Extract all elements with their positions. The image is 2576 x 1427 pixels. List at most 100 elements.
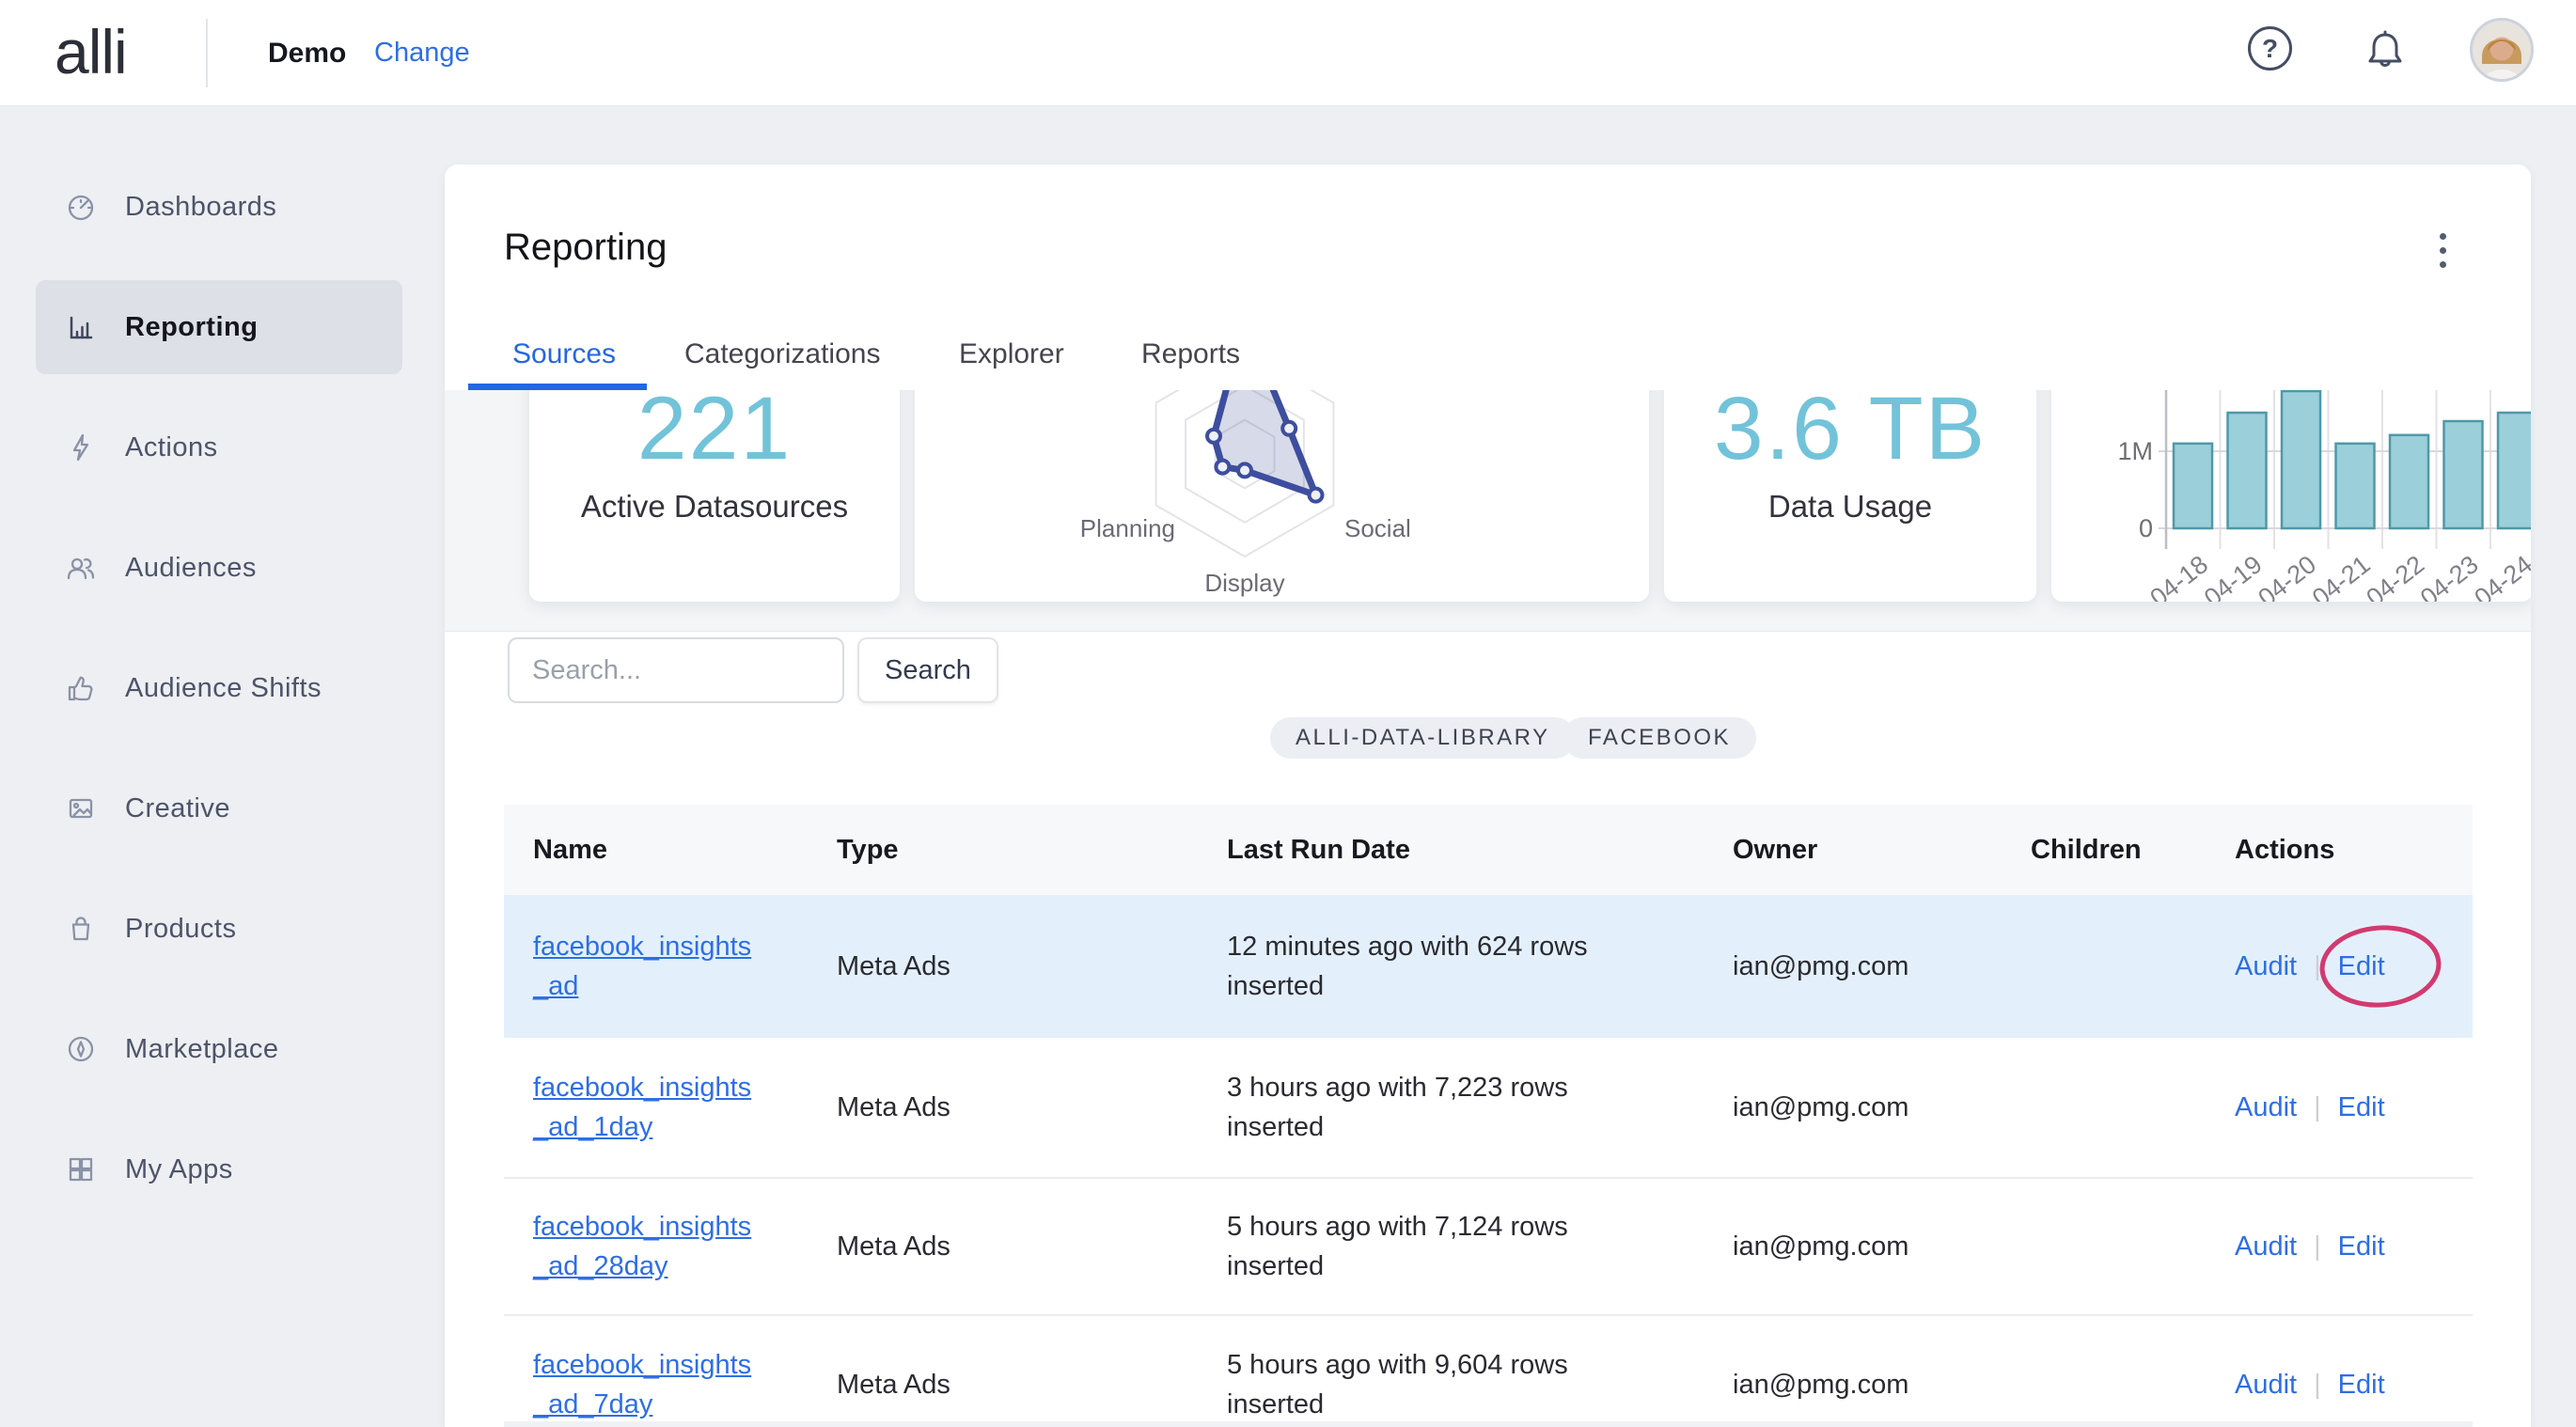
last-run-text: 5 hours ago with 7,124 rows inserted: [1227, 1207, 1669, 1286]
column-header-last-run-date: Last Run Date: [1198, 805, 1704, 895]
app-logo[interactable]: alli: [55, 0, 127, 106]
sidebar-item-label: My Apps: [125, 1154, 233, 1185]
sidebar-item-label: Audiences: [125, 553, 257, 584]
table-row: facebook_insights_ad_28day Meta Ads 5 ho…: [504, 1177, 2473, 1314]
sidebar-item-label: Creative: [125, 793, 230, 824]
tab-explorer[interactable]: Explorer: [959, 338, 1064, 370]
datasources-table: Name Type Last Run Date Owner Children A…: [504, 805, 2473, 1427]
sidebar-item-label: Marketplace: [125, 1034, 278, 1065]
last-run-text: 3 hours ago with 7,223 rows inserted: [1227, 1068, 1669, 1147]
column-header-owner: Owner: [1704, 805, 2002, 895]
column-header-name: Name: [504, 805, 808, 895]
sidebar: Dashboards Reporting Actions Audiences: [0, 106, 445, 1427]
navbar-divider: [206, 19, 208, 87]
column-header-type: Type: [808, 805, 1198, 895]
sidebar-item-creative[interactable]: Creative: [36, 761, 402, 855]
datasource-type: Meta Ads: [808, 895, 1198, 1038]
children-cell: [2002, 895, 2206, 1038]
help-icon[interactable]: ?: [2248, 26, 2292, 71]
kebab-menu-icon[interactable]: [2417, 219, 2468, 281]
sidebar-item-label: Reporting: [125, 312, 258, 343]
sidebar-item-label: Dashboards: [125, 192, 276, 223]
people-icon: [64, 551, 98, 585]
gauge-icon: [64, 190, 98, 224]
next-section-edge: [504, 1421, 2473, 1427]
tab-sources[interactable]: Sources: [512, 338, 616, 370]
last-run-text: 5 hours ago with 9,604 rows inserted: [1227, 1345, 1669, 1424]
workspace-name: Demo: [268, 0, 346, 106]
sidebar-item-label: Audience Shifts: [125, 673, 322, 704]
edit-link[interactable]: Edit: [2338, 951, 2385, 982]
panel-header: Reporting Sources Categorizations Explor…: [445, 165, 2531, 390]
image-icon: [64, 792, 98, 825]
action-separator: |: [2314, 951, 2321, 982]
svg-text:1M: 1M: [2117, 437, 2153, 465]
sidebar-item-dashboards[interactable]: Dashboards: [36, 160, 402, 254]
sidebar-item-audiences[interactable]: Audiences: [36, 521, 402, 615]
action-separator: |: [2314, 1092, 2321, 1123]
edit-link[interactable]: Edit: [2338, 1231, 2385, 1262]
column-header-children: Children: [2002, 805, 2206, 895]
tab-categorizations[interactable]: Categorizations: [684, 338, 880, 370]
user-avatar[interactable]: [2470, 18, 2534, 82]
change-workspace-link[interactable]: Change: [374, 0, 470, 106]
radar-axis-social: Social: [1344, 514, 1411, 543]
sidebar-item-audience-shifts[interactable]: Audience Shifts: [36, 641, 402, 735]
main-panel: 221 Active Datasources Planning Social D…: [445, 165, 2531, 1427]
datasource-type: Meta Ads: [808, 1038, 1198, 1177]
active-datasources-label: Active Datasources: [529, 489, 900, 525]
top-navbar: alli Demo Change ?: [0, 0, 2576, 106]
audit-link[interactable]: Audit: [2235, 1092, 2297, 1123]
children-cell: [2002, 1179, 2206, 1314]
sidebar-item-reporting[interactable]: Reporting: [36, 280, 402, 374]
action-separator: |: [2314, 1231, 2321, 1262]
tab-reports[interactable]: Reports: [1141, 338, 1240, 370]
sidebar-item-my-apps[interactable]: My Apps: [36, 1122, 402, 1216]
notifications-bell-icon[interactable]: [2361, 25, 2410, 74]
datasource-name-link[interactable]: facebook_insights_ad_7day: [533, 1345, 759, 1424]
table-row: facebook_insights_ad_1day Meta Ads 3 hou…: [504, 1038, 2473, 1177]
data-usage-label: Data Usage: [1664, 489, 2036, 525]
datasource-name-link[interactable]: facebook_insights_ad_1day: [533, 1068, 759, 1147]
audit-link[interactable]: Audit: [2235, 1370, 2297, 1401]
sidebar-item-actions[interactable]: Actions: [36, 400, 402, 494]
compass-icon: [64, 1032, 98, 1066]
datasource-type: Meta Ads: [808, 1179, 1198, 1314]
column-header-actions: Actions: [2206, 805, 2473, 895]
data-usage-value: 3.6 TB: [1664, 378, 2036, 480]
bar-chart-icon: [64, 310, 98, 344]
owner-text: ian@pmg.com: [1704, 1038, 2002, 1177]
search-button[interactable]: Search: [857, 637, 998, 703]
owner-text: ian@pmg.com: [1704, 895, 2002, 1038]
radar-axis-display: Display: [1170, 569, 1320, 598]
search-input[interactable]: [508, 637, 844, 703]
sidebar-item-products[interactable]: Products: [36, 882, 402, 976]
owner-text: ian@pmg.com: [1704, 1316, 2002, 1427]
sidebar-item-label: Actions: [125, 432, 218, 463]
radar-axis-planning: Planning: [1080, 514, 1175, 543]
table-row: facebook_insights_ad Meta Ads 12 minutes…: [504, 895, 2473, 1038]
filter-tag-alli-data-library[interactable]: ALLI-DATA-LIBRARY: [1270, 717, 1576, 759]
datasource-type: Meta Ads: [808, 1316, 1198, 1427]
edit-link[interactable]: Edit: [2338, 1092, 2385, 1123]
grid-icon: [64, 1153, 98, 1186]
filter-tag-facebook[interactable]: FACEBOOK: [1563, 717, 1756, 759]
last-run-text: 12 minutes ago with 624 rows inserted: [1227, 927, 1669, 1006]
datasource-name-link[interactable]: facebook_insights_ad_28day: [533, 1207, 759, 1286]
svg-text:0: 0: [2139, 514, 2153, 542]
page-title: Reporting: [504, 227, 667, 269]
sidebar-item-marketplace[interactable]: Marketplace: [36, 1002, 402, 1096]
table-row: facebook_insights_ad_7day Meta Ads 5 hou…: [504, 1314, 2473, 1427]
lightning-icon: [64, 431, 98, 464]
edit-link[interactable]: Edit: [2338, 1370, 2385, 1401]
action-separator: |: [2314, 1370, 2321, 1401]
active-datasources-value: 221: [529, 378, 900, 480]
active-tab-indicator: [468, 384, 647, 390]
thumbs-up-icon: [64, 671, 98, 705]
audit-link[interactable]: Audit: [2235, 951, 2297, 982]
children-cell: [2002, 1316, 2206, 1427]
datasource-name-link[interactable]: facebook_insights_ad: [533, 927, 759, 1006]
table-header-row: Name Type Last Run Date Owner Children A…: [504, 805, 2473, 895]
sidebar-item-label: Products: [125, 914, 236, 945]
audit-link[interactable]: Audit: [2235, 1231, 2297, 1262]
